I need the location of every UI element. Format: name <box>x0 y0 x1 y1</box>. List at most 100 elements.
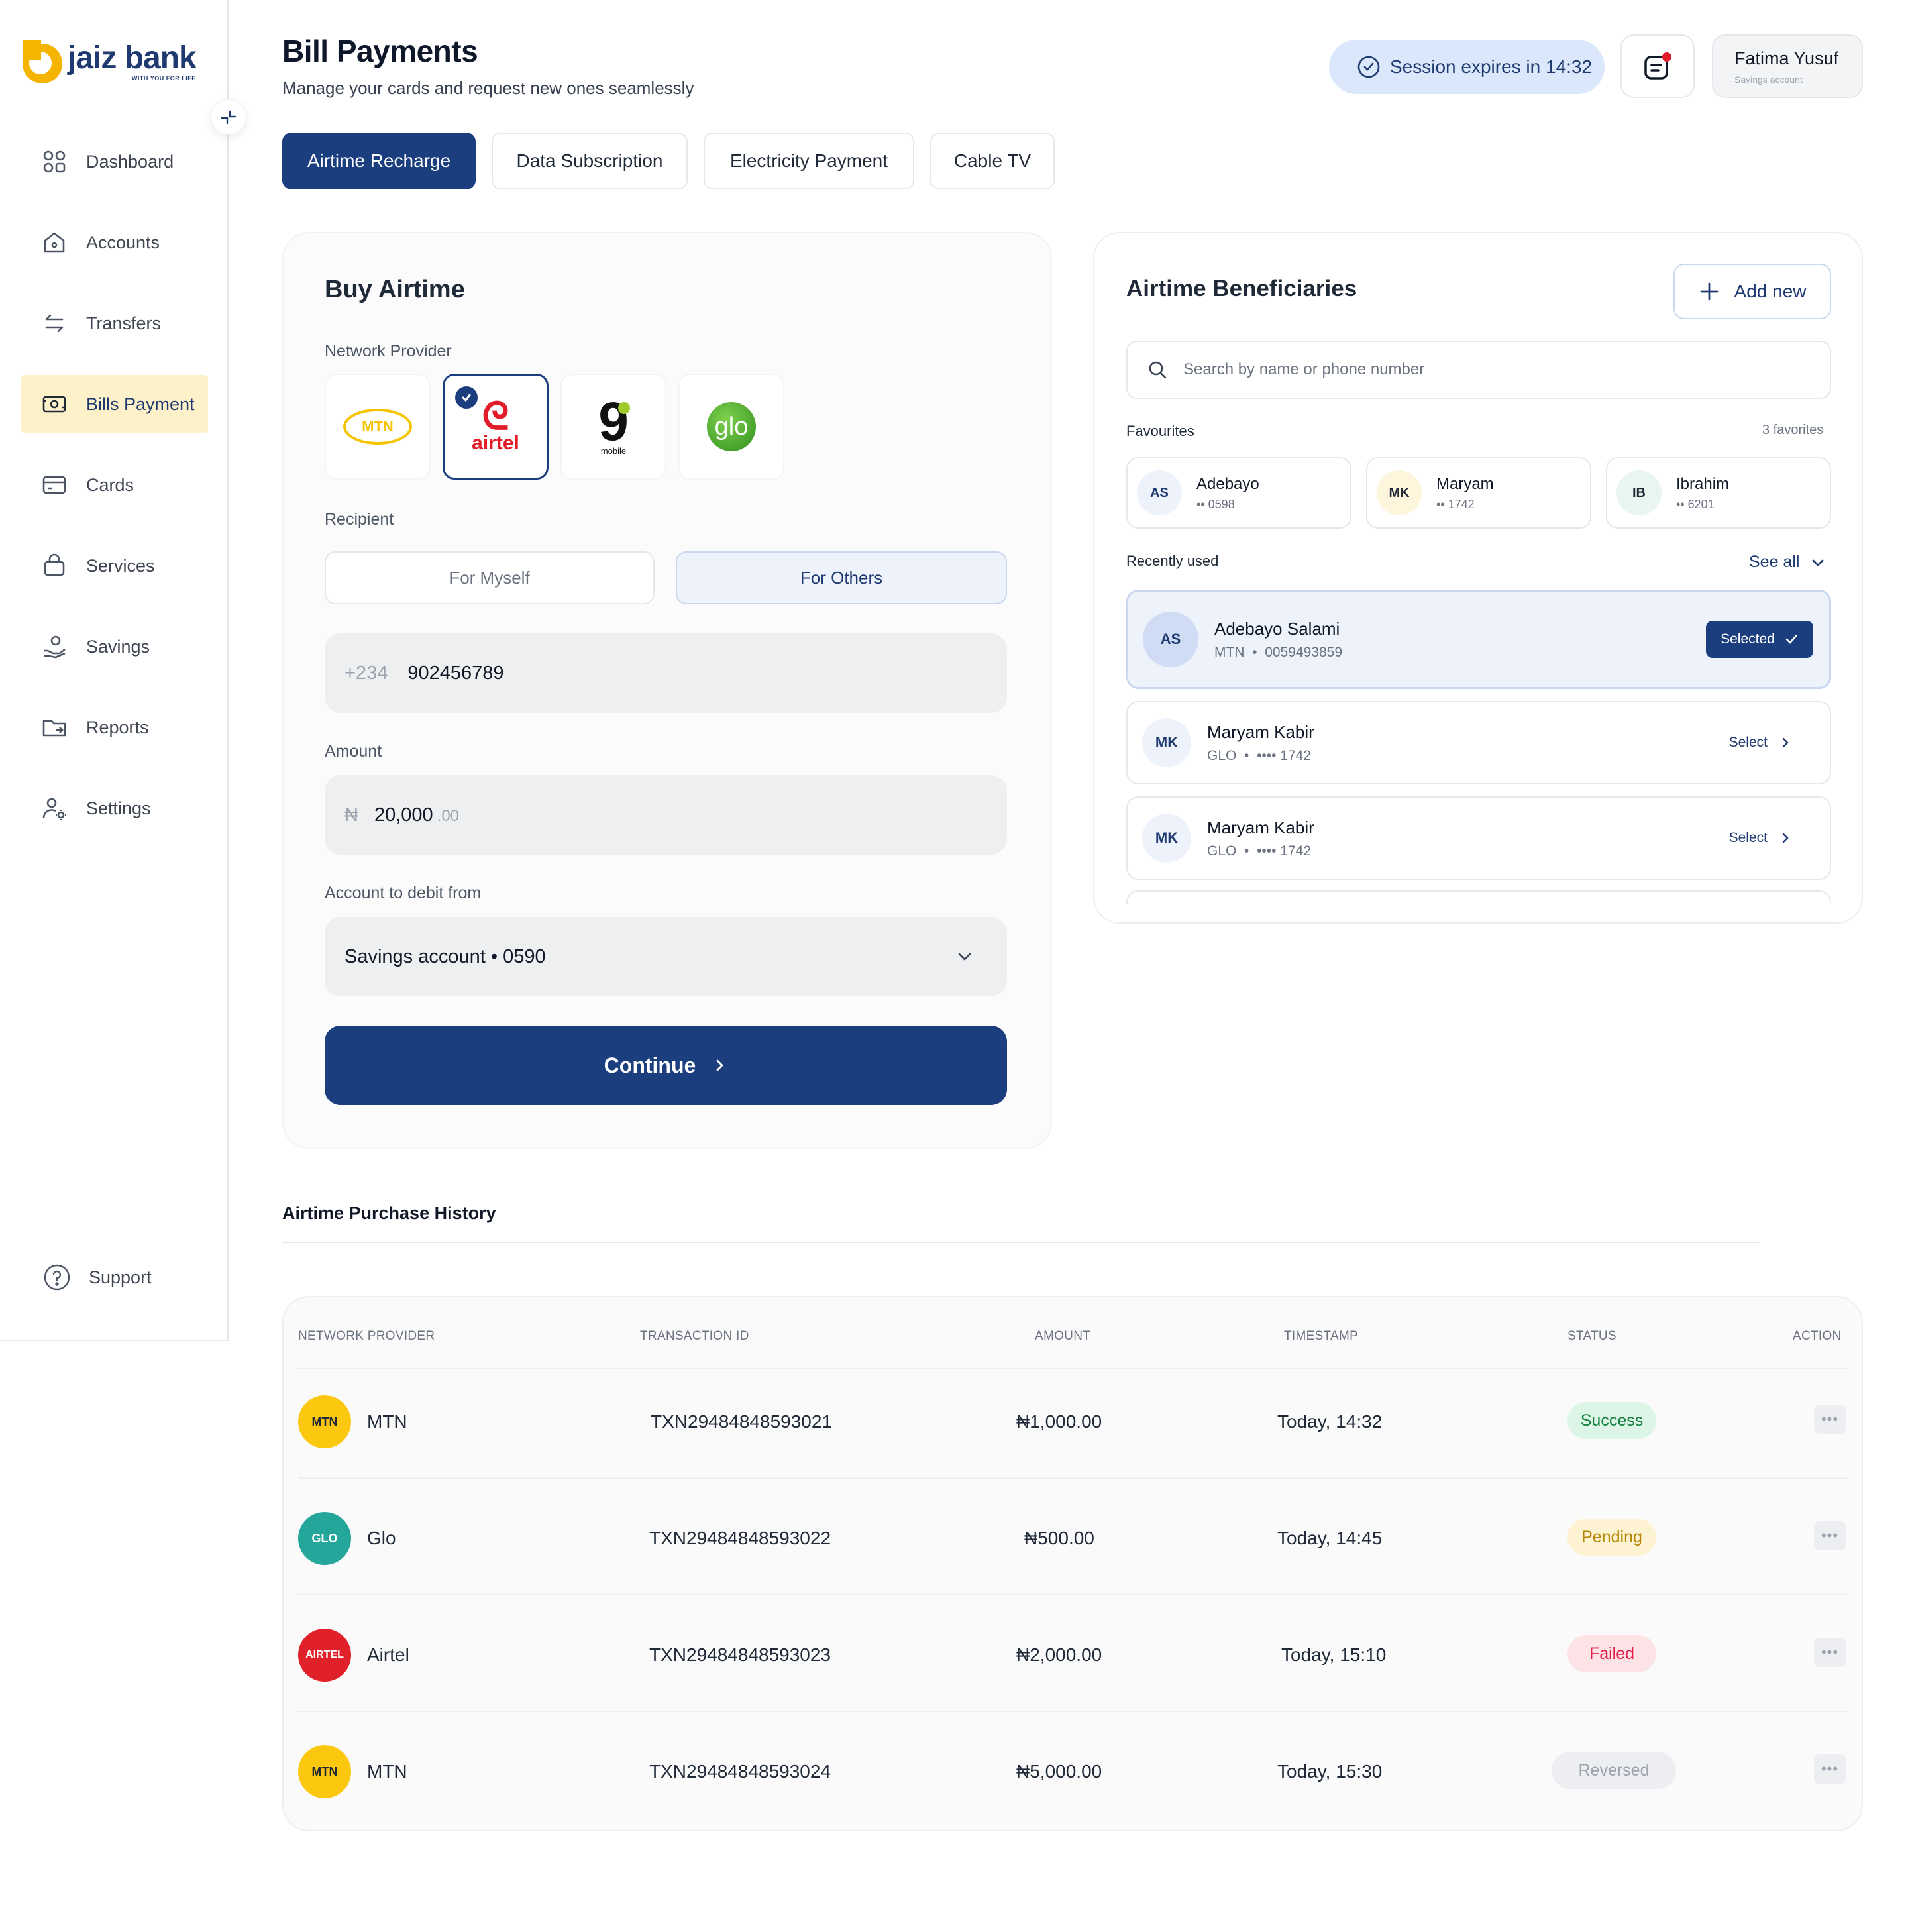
divider <box>298 1368 1848 1369</box>
page-subtitle: Manage your cards and request new ones s… <box>282 78 694 98</box>
divider <box>298 1594 1848 1595</box>
debit-account-value: Savings account • 0590 <box>344 945 546 967</box>
amount: ₦1,000.00 <box>1016 1411 1102 1432</box>
amount-cents: .00 <box>437 807 460 825</box>
provider-badge: AIRTEL <box>298 1629 351 1682</box>
tab-electricity-payment[interactable]: Electricity Payment <box>704 133 914 189</box>
sidebar-item-cards[interactable]: Cards <box>21 456 208 514</box>
timestamp: Today, 14:32 <box>1277 1411 1383 1432</box>
beneficiary-search-input[interactable]: Search by name or phone number <box>1126 341 1831 399</box>
check-icon <box>1785 635 1797 644</box>
sidebar-item-services[interactable]: Services <box>21 537 208 595</box>
plus-icon <box>1700 282 1718 301</box>
sidebar-item-label: Reports <box>86 717 149 737</box>
debit-account-select[interactable]: Savings account • 0590 <box>325 917 1007 996</box>
select-button[interactable]: Select <box>1729 830 1791 846</box>
sidebar-item-settings[interactable]: Settings <box>21 779 208 837</box>
avatar: MK <box>1142 718 1191 767</box>
tab-cable-tv[interactable]: Cable TV <box>930 133 1055 189</box>
avatar: MK <box>1142 814 1191 863</box>
amount: ₦2,000.00 <box>1016 1644 1102 1665</box>
sidebar-item-dashboard[interactable]: Dashboard <box>21 133 208 191</box>
sidebar-item-savings[interactable]: Savings <box>21 617 208 676</box>
column-header-network: NETWORK PROVIDER <box>298 1329 435 1343</box>
phone-input[interactable]: +234 902456789 <box>325 633 1007 713</box>
user-profile[interactable]: Fatima Yusuf Savings account <box>1712 34 1863 98</box>
favourite-name: Maryam <box>1436 474 1494 493</box>
currency-symbol: ₦ <box>344 804 358 826</box>
notifications-button[interactable] <box>1620 34 1695 98</box>
recent-beneficiary-row[interactable]: MK Maryam Kabir GLO • •••• 1742 Select <box>1126 701 1831 784</box>
history-table <box>282 1296 1863 1831</box>
recent-beneficiary-row[interactable]: AS Adebayo Salami MTN • 0059493859 Selec… <box>1126 590 1831 689</box>
collapse-sidebar-button[interactable] <box>211 99 246 135</box>
brand-logo[interactable]: jaiz bank WITH YOU FOR LIFE <box>23 40 197 83</box>
provider-glo[interactable]: glo <box>678 374 784 480</box>
favourite-item[interactable]: MK Maryam •• 1742 <box>1366 457 1591 529</box>
add-new-beneficiary-button[interactable]: Add new <box>1673 264 1831 319</box>
more-actions-button[interactable]: ••• <box>1814 1521 1846 1550</box>
transaction-id: TXN29484848593021 <box>651 1411 833 1432</box>
session-timer: Session expires in 14:32 <box>1329 40 1605 94</box>
airtel-logo: ᘓ airtel <box>472 395 519 454</box>
buy-airtime-title: Buy Airtime <box>325 276 465 303</box>
sidebar-item-label: Bills Payment <box>86 394 195 414</box>
avatar: AS <box>1143 612 1198 667</box>
provider-9mobile[interactable]: 9 mobile <box>560 374 666 480</box>
bag-icon <box>44 553 65 576</box>
home-icon <box>44 232 65 253</box>
network-provider-label: Network Provider <box>325 342 452 360</box>
chevron-right-icon <box>1782 833 1789 843</box>
bill-icon <box>42 396 66 413</box>
sidebar-item-label: Services <box>86 555 155 576</box>
sidebar-item-accounts[interactable]: Accounts <box>21 213 208 272</box>
timestamp: Today, 15:30 <box>1277 1761 1383 1782</box>
table-row-provider: AIRTEL Airtel <box>298 1629 409 1682</box>
provider-badge: MTN <box>298 1395 351 1448</box>
more-actions-button[interactable]: ••• <box>1814 1638 1846 1667</box>
brand-tagline: WITH YOU FOR LIFE <box>131 74 196 81</box>
amount-input[interactable]: ₦ 20,000 .00 <box>325 775 1007 855</box>
beneficiaries-title: Airtime Beneficiaries <box>1126 276 1357 301</box>
brand-name: jaiz bank <box>68 40 197 76</box>
provider-badge: MTN <box>298 1745 351 1798</box>
search-icon <box>1149 361 1167 379</box>
glo-logo: glo <box>707 402 756 451</box>
favourite-item[interactable]: AS Adebayo •• 0598 <box>1126 457 1352 529</box>
avatar: IB <box>1616 470 1662 515</box>
tab-airtime-recharge[interactable]: Airtime Recharge <box>282 133 476 189</box>
provider-mtn[interactable]: MTN <box>325 374 431 480</box>
continue-button[interactable]: Continue <box>325 1026 1007 1105</box>
favourites-label: Favourites <box>1126 423 1194 439</box>
favourite-item[interactable]: IB Ibrahim •• 6201 <box>1606 457 1831 529</box>
recipient-for-others[interactable]: For Others <box>676 551 1007 604</box>
debit-account-label: Account to debit from <box>325 884 482 902</box>
sidebar-item-reports[interactable]: Reports <box>21 698 208 757</box>
phone-prefix: +234 <box>344 662 388 684</box>
favourite-number: •• 6201 <box>1676 497 1715 511</box>
beneficiary-name: Maryam Kabir <box>1207 817 1314 837</box>
user-name: Fatima Yusuf <box>1734 48 1839 68</box>
tab-data-subscription[interactable]: Data Subscription <box>492 133 688 189</box>
recipient-for-myself[interactable]: For Myself <box>325 551 655 604</box>
selected-button[interactable]: Selected <box>1706 621 1813 658</box>
chevron-down-icon <box>1813 559 1824 566</box>
column-header-timestamp: TIMESTAMP <box>1284 1329 1359 1343</box>
9mobile-logo: 9 mobile <box>598 391 630 456</box>
continue-label: Continue <box>604 1053 696 1077</box>
provider-airtel[interactable]: ᘓ airtel <box>443 374 549 480</box>
column-header-status: STATUS <box>1567 1329 1616 1343</box>
folder-icon <box>42 720 66 737</box>
beneficiary-meta: MTN • 0059493859 <box>1214 644 1342 660</box>
more-actions-button[interactable]: ••• <box>1814 1405 1846 1434</box>
support-link[interactable]: Support <box>42 1263 152 1292</box>
more-actions-button[interactable]: ••• <box>1814 1754 1846 1784</box>
sidebar-item-transfers[interactable]: Transfers <box>21 294 208 352</box>
select-button[interactable]: Select <box>1729 735 1791 751</box>
sidebar-item-bills-payment[interactable]: Bills Payment <box>21 375 208 433</box>
add-new-label: Add new <box>1734 281 1807 301</box>
help-icon <box>44 1264 70 1291</box>
recent-beneficiary-row[interactable]: MK Maryam Kabir GLO • •••• 1742 Select <box>1126 796 1831 880</box>
see-all-link[interactable]: See all <box>1749 553 1826 572</box>
column-header-transaction: TRANSACTION ID <box>640 1329 749 1343</box>
